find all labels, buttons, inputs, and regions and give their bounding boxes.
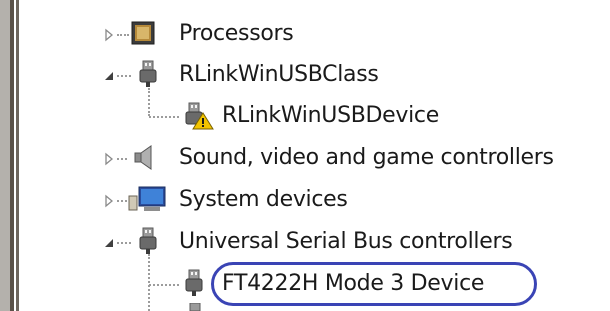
processor-icon <box>131 21 155 45</box>
tree-connector <box>149 116 179 118</box>
tree-item-label: RLinkWinUSBClass <box>179 62 379 87</box>
tree-item-usb-controllers[interactable]: Universal Serial Bus controllers <box>0 225 610 259</box>
tree-item-label: System devices <box>179 187 348 212</box>
tree-connector <box>117 34 129 36</box>
speaker-icon <box>134 145 152 170</box>
device-tree: Processors RLinkWinUSBClass RLinkWinUSBD… <box>0 0 610 311</box>
tree-item-rlinkwinusbclass[interactable]: RLinkWinUSBClass <box>0 58 610 92</box>
tree-connector <box>149 284 179 286</box>
tree-connector <box>117 75 131 77</box>
tree-item-label: RLinkWinUSBDevice <box>222 103 439 128</box>
usb-plug-icon <box>139 60 157 87</box>
usb-plug-warning-icon <box>185 102 214 130</box>
usb-plug-icon <box>139 227 157 254</box>
tree-connector <box>117 242 131 244</box>
tree-connector <box>117 158 127 160</box>
tree-item-label: Processors <box>179 21 294 46</box>
tree-item-system-devices[interactable]: System devices <box>0 183 610 217</box>
collapse-arrow-icon[interactable] <box>101 68 117 84</box>
tree-item-label: Universal Serial Bus controllers <box>179 229 513 254</box>
expand-arrow-icon[interactable] <box>101 193 117 209</box>
usb-plug-icon <box>189 303 201 311</box>
collapse-arrow-icon[interactable] <box>101 235 117 251</box>
tree-item-label: Sound, video and game controllers <box>179 145 554 170</box>
tree-item-processors[interactable]: Processors <box>0 17 610 51</box>
expand-arrow-icon[interactable] <box>101 151 117 167</box>
tree-connector <box>117 200 127 202</box>
usb-plug-icon <box>185 269 203 296</box>
expand-arrow-icon[interactable] <box>101 27 117 43</box>
highlight-ellipse-annotation <box>211 262 537 306</box>
tree-item-rlinkwinusbdevice[interactable]: RLinkWinUSBDevice <box>0 99 610 133</box>
tree-item-sound-video-game[interactable]: Sound, video and game controllers <box>0 141 610 175</box>
computer-icon <box>128 186 166 211</box>
